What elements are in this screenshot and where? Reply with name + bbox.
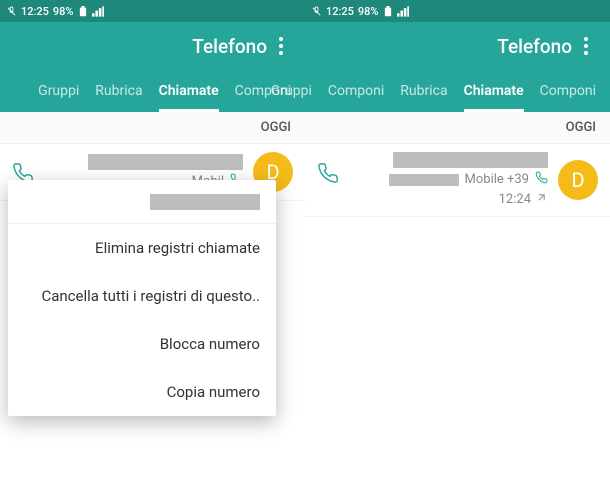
menu-title-redacted bbox=[150, 194, 260, 210]
status-bar: 12:25 98% bbox=[305, 0, 610, 22]
tab-componi[interactable]: Componi bbox=[532, 70, 604, 112]
context-menu-header bbox=[8, 180, 276, 224]
call-time-line: 12:24 bbox=[499, 191, 548, 208]
contact-avatar[interactable]: D bbox=[558, 160, 598, 200]
tab-rubrica[interactable]: Rubrica bbox=[392, 70, 455, 112]
contact-name-redacted bbox=[88, 154, 243, 170]
tab-rubrica[interactable]: Rubrica bbox=[87, 70, 150, 112]
outgoing-call-icon bbox=[535, 171, 548, 188]
signal-icon bbox=[397, 6, 409, 17]
app-title: Telefono bbox=[497, 35, 572, 58]
status-bar: 12:25 98% bbox=[0, 0, 305, 22]
signal-icon bbox=[92, 6, 104, 17]
menu-delete-call-log[interactable]: Elimina registri chiamate bbox=[8, 224, 276, 272]
section-header-today: OGGI bbox=[305, 112, 610, 144]
battery-percent: 98% bbox=[53, 5, 74, 18]
more-menu-button[interactable] bbox=[572, 26, 600, 66]
battery-icon bbox=[383, 6, 393, 17]
menu-delete-all-logs[interactable]: Cancella tutti i registri di questo.. bbox=[8, 272, 276, 320]
app-header: Telefono bbox=[0, 22, 305, 70]
mobile-label: Mobile +39 bbox=[465, 172, 530, 187]
status-time: 12:25 bbox=[21, 5, 49, 18]
more-menu-button[interactable] bbox=[267, 26, 295, 66]
menu-block-number[interactable]: Blocca numero bbox=[8, 320, 276, 368]
menu-copy-number[interactable]: Copia numero bbox=[8, 368, 276, 416]
app-header: Telefono bbox=[305, 22, 610, 70]
app-title: Telefono bbox=[192, 35, 267, 58]
section-header-today: OGGI bbox=[0, 112, 305, 144]
call-log-item[interactable]: Mobile +39 12:24 D bbox=[305, 144, 610, 217]
tab-componi2[interactable]: Componi bbox=[320, 70, 392, 112]
phone-icon[interactable] bbox=[317, 162, 339, 188]
context-menu: Elimina registri chiamate Cancella tutti… bbox=[8, 180, 276, 416]
battery-icon bbox=[78, 6, 88, 17]
right-screen: 12:25 98% Telefono Gruppi Componi Rubric… bbox=[305, 0, 610, 502]
tab-chiamate[interactable]: Chiamate bbox=[151, 70, 227, 112]
tab-gruppi[interactable]: Gruppi bbox=[263, 70, 320, 112]
battery-percent: 98% bbox=[358, 5, 379, 18]
tab-gruppi[interactable]: Gruppi bbox=[30, 70, 87, 112]
call-time: 12:24 bbox=[499, 192, 531, 207]
mute-icon bbox=[311, 6, 322, 17]
call-subline: Mobile +39 bbox=[389, 171, 549, 188]
tab-bar: Gruppi Rubrica Chiamate Componi bbox=[0, 70, 305, 112]
status-time: 12:25 bbox=[326, 5, 354, 18]
tab-chiamate[interactable]: Chiamate bbox=[456, 70, 532, 112]
call-info: Mobile +39 12:24 bbox=[389, 152, 549, 208]
left-screen: 12:25 98% Telefono Gruppi Rubrica Chiama… bbox=[0, 0, 305, 502]
number-redacted bbox=[389, 174, 459, 186]
mute-icon bbox=[6, 6, 17, 17]
contact-name-redacted bbox=[393, 152, 548, 168]
tab-bar: Gruppi Componi Rubrica Chiamate Componi bbox=[305, 70, 610, 112]
outgoing-arrow-icon bbox=[535, 191, 548, 208]
